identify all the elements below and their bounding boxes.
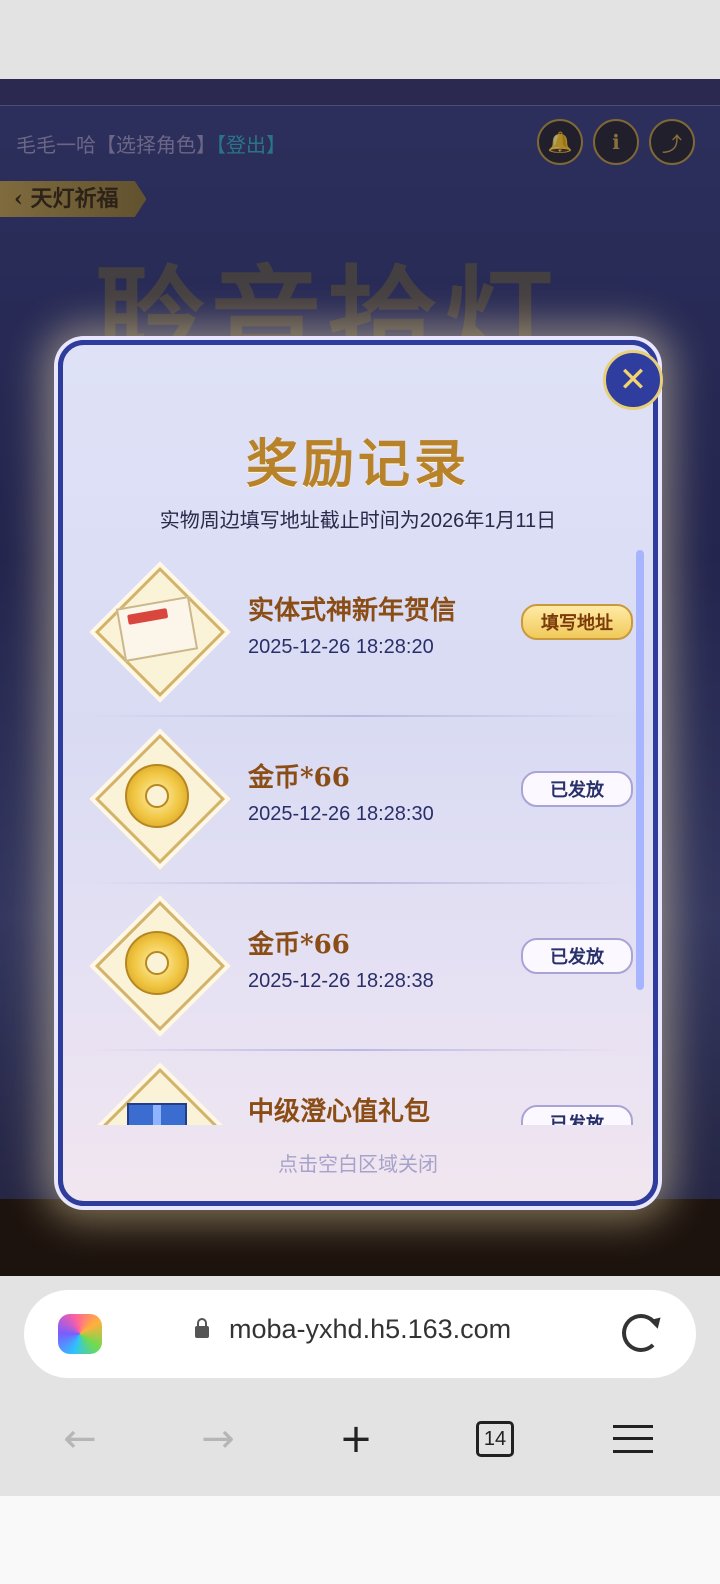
list-item: 中级澄心值礼包 已发放 (78, 1051, 633, 1125)
back-arrow-icon[interactable]: ← (45, 1404, 115, 1474)
close-icon: ✕ (618, 360, 648, 400)
tabs-button[interactable]: 14 (460, 1404, 530, 1474)
browser-toolbar: moba-yxhd.h5.163.com ← → + 14 (0, 1276, 720, 1496)
reload-icon[interactable] (622, 1314, 660, 1352)
modal-subtitle: 实物周边填写地址截止时间为2026年1月11日 (159, 510, 557, 532)
record-list[interactable]: 实体式神新年贺信 2025-12-26 18:28:20 填写地址 金币*66 … (78, 550, 633, 1125)
envelope-icon (94, 566, 226, 698)
gesture-bar (0, 1496, 720, 1584)
status-bar (0, 0, 720, 79)
coin-icon (94, 733, 226, 865)
fill-address-button[interactable]: 填写地址 (521, 604, 633, 640)
list-scrollbar[interactable] (636, 550, 644, 990)
list-item: 实体式神新年贺信 2025-12-26 18:28:20 填写地址 (78, 550, 633, 717)
item-time: 2025-12-26 18:28:20 (248, 636, 434, 658)
item-name: 中级澄心值礼包 (248, 1097, 431, 1125)
issued-badge: 已发放 (521, 938, 633, 974)
close-button[interactable]: ✕ (603, 350, 663, 410)
tab-count: 14 (476, 1421, 514, 1457)
gift-icon (94, 1067, 226, 1125)
url-text[interactable]: moba-yxhd.h5.163.com (229, 1314, 511, 1345)
forward-arrow-icon[interactable]: → (183, 1404, 253, 1474)
browser-nav: ← → + 14 (0, 1394, 720, 1484)
coin-icon (94, 900, 226, 1032)
issued-badge: 已发放 (521, 771, 633, 807)
copilot-icon[interactable] (58, 1314, 102, 1354)
new-tab-icon[interactable]: + (321, 1404, 391, 1474)
item-time: 2025-12-26 18:28:30 (248, 803, 434, 825)
address-bar[interactable]: moba-yxhd.h5.163.com (24, 1290, 696, 1378)
page-bottom-bar (0, 1199, 720, 1276)
close-hint: 点击空白区域关闭 (278, 1154, 438, 1176)
list-item: 金币*66 2025-12-26 18:28:38 已发放 (78, 884, 633, 1051)
lock-icon[interactable] (195, 1318, 209, 1338)
item-name: 实体式神新年贺信 (248, 596, 457, 626)
modal-title: 奖励记录 (245, 434, 470, 495)
item-time: 2025-12-26 18:28:38 (248, 970, 434, 992)
issued-badge: 已发放 (521, 1105, 633, 1125)
list-item: 金币*66 2025-12-26 18:28:30 已发放 (78, 717, 633, 884)
item-name: 金币*66 (248, 930, 350, 960)
item-name: 金币*66 (248, 763, 350, 793)
reward-record-modal: ✕ 奖励记录 实物周边填写地址截止时间为2026年1月11日 实体式神新年贺信 … (58, 340, 663, 1206)
menu-icon[interactable] (598, 1404, 668, 1474)
